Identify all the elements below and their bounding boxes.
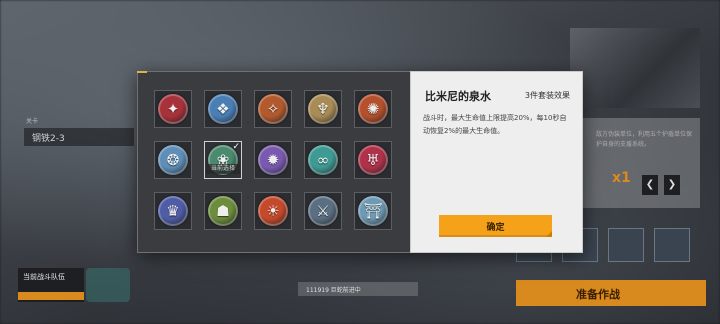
set-grid-cell[interactable]: ♛ — [154, 192, 192, 230]
olive-helmet-crest-icon: ☗ — [208, 196, 238, 226]
set-grid-cell[interactable]: ♆ — [304, 90, 342, 128]
set-selection-dialog: ✦ ❖ ✧ ♆ ✺ ❂ ❀ 当前选择 ✓ ✹ ∞ ♅ ♛ ☗ ☀ ⚔ ⛩ 比米尼的泉水 3件套装效果 战斗时，最… — [137, 71, 583, 253]
selected-overlay-label: 当前选择 — [206, 164, 240, 174]
set-effect-type: 3件套装效果 — [524, 91, 570, 100]
background-stage-caption: 关卡 — [26, 118, 39, 125]
steel-trident-crest-icon: ⚔ — [308, 196, 338, 226]
set-grid-cell[interactable]: ✹ — [254, 141, 292, 179]
violet-beast-crest-icon: ✹ — [258, 145, 288, 175]
set-grid-cell[interactable]: ⚔ — [304, 192, 342, 230]
set-grid-cell[interactable]: ❀ 当前选择 ✓ — [204, 141, 242, 179]
set-grid-cell[interactable]: ❂ — [154, 141, 192, 179]
set-grid-cell[interactable]: ∞ — [304, 141, 342, 179]
background-start-button: 准备作战 — [516, 280, 706, 306]
azure-wing-crest-icon: ❖ — [208, 94, 238, 124]
background-stage-id: 111919 巨蛇前进中 — [298, 282, 418, 296]
background-thumbnail — [608, 228, 644, 262]
sun-banner-crest-icon: ☀ — [258, 196, 288, 226]
background-team-icon — [86, 268, 130, 302]
set-grid-cell[interactable]: ☀ — [254, 192, 292, 230]
set-grid-cell[interactable]: ✦ — [154, 90, 192, 128]
background-team-bar — [18, 292, 84, 300]
background-arrow-right-icon: ❯ — [664, 175, 680, 195]
ember-blade-crest-icon: ✧ — [258, 94, 288, 124]
set-grid-cell[interactable]: ♅ — [354, 141, 392, 179]
set-detail-panel: 比米尼的泉水 3件套装效果 战斗时，最大生命值上限提高20%，每10秒自动恢复2… — [410, 71, 583, 253]
crimson-phoenix-crest-icon: ✦ — [158, 94, 188, 124]
set-grid: ✦ ❖ ✧ ♆ ✺ ❂ ❀ 当前选择 ✓ ✹ ∞ ♅ ♛ ☗ ☀ ⚔ ⛩ — [154, 90, 392, 230]
flame-mask-crest-icon: ✺ — [358, 94, 388, 124]
set-grid-cell[interactable]: ⛩ — [354, 192, 392, 230]
confirm-button[interactable]: 确定 — [439, 215, 552, 237]
set-grid-cell[interactable]: ✺ — [354, 90, 392, 128]
background-multiplier: x1 — [612, 170, 631, 186]
indigo-crown-crest-icon: ♛ — [158, 196, 188, 226]
teal-infinity-crest-icon: ∞ — [308, 145, 338, 175]
set-grid-panel: ✦ ❖ ✧ ♆ ✺ ❂ ❀ 当前选择 ✓ ✹ ∞ ♅ ♛ ☗ ☀ ⚔ ⛩ — [137, 71, 410, 253]
set-name: 比米尼的泉水 — [425, 90, 491, 103]
background-stage-label: 钢铁2-3 — [24, 128, 134, 146]
set-description: 战斗时，最大生命值上限提高20%，每10秒自动恢复2%的最大生命值。 — [423, 114, 567, 135]
background-side-text: 敌方伪装单位，利用五个护盾单位保护自身的支援系统。 — [596, 131, 693, 148]
background-scene-thumbnail — [570, 28, 700, 108]
golden-horn-crest-icon: ♆ — [308, 94, 338, 124]
background-arrow-left-icon: ❮ — [642, 175, 658, 195]
frost-dragon-crest-icon: ❂ — [158, 145, 188, 175]
set-grid-cell[interactable]: ❖ — [204, 90, 242, 128]
background-thumbnail — [654, 228, 690, 262]
checkmark-icon: ✓ — [232, 142, 240, 152]
set-grid-cell[interactable]: ☗ — [204, 192, 242, 230]
ruby-chalice-crest-icon: ♅ — [358, 145, 388, 175]
sky-gate-crest-icon: ⛩ — [358, 196, 388, 226]
set-grid-cell[interactable]: ✧ — [254, 90, 292, 128]
